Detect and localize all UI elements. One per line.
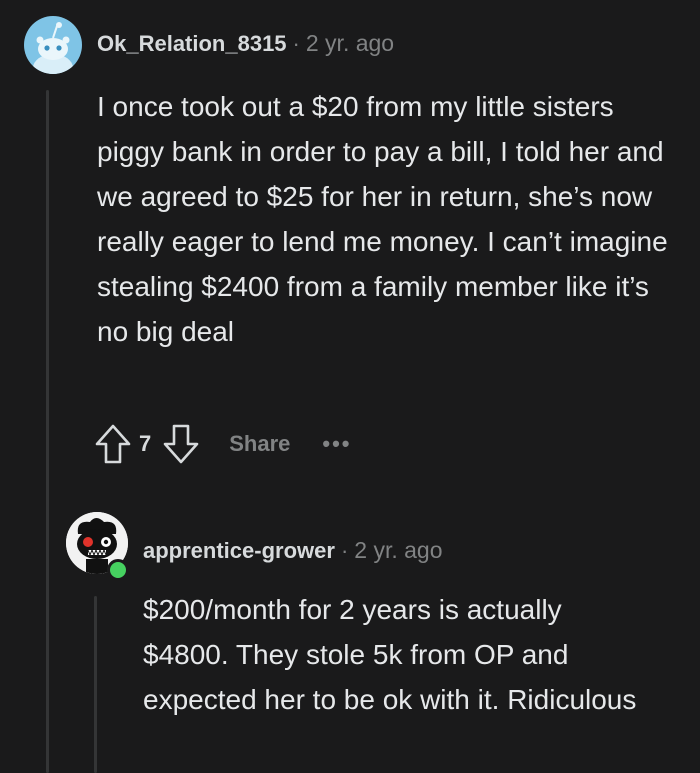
avatar[interactable] bbox=[24, 16, 82, 74]
comment-meta: Ok_Relation_8315 · 2 yr. ago bbox=[97, 30, 394, 57]
arrow-up-icon bbox=[95, 424, 131, 464]
share-button[interactable]: Share bbox=[229, 431, 290, 457]
arrow-down-icon bbox=[163, 424, 199, 464]
upvote-button[interactable] bbox=[93, 422, 133, 466]
online-status-indicator bbox=[107, 559, 129, 581]
downvote-button[interactable] bbox=[161, 422, 201, 466]
comment-actions: 7 Share ••• bbox=[93, 422, 352, 466]
thread-line[interactable] bbox=[94, 596, 97, 773]
more-options-button[interactable]: ••• bbox=[322, 431, 351, 457]
username[interactable]: apprentice-grower bbox=[143, 538, 335, 564]
separator-dot: · bbox=[292, 30, 300, 56]
thread-line[interactable] bbox=[46, 90, 49, 773]
vote-count: 7 bbox=[139, 431, 152, 456]
comment-meta: apprentice-grower · 2 yr. ago bbox=[143, 537, 443, 564]
timestamp[interactable]: 2 yr. ago bbox=[354, 537, 442, 564]
comment-body: $200/month for 2 years is actually $4800… bbox=[143, 594, 637, 715]
separator-dot: · bbox=[340, 537, 349, 563]
comment-body: I once took out a $20 from my little sis… bbox=[97, 91, 668, 347]
timestamp[interactable]: 2 yr. ago bbox=[306, 30, 394, 57]
username[interactable]: Ok_Relation_8315 bbox=[97, 31, 287, 57]
snoo-avatar-icon bbox=[33, 22, 73, 74]
